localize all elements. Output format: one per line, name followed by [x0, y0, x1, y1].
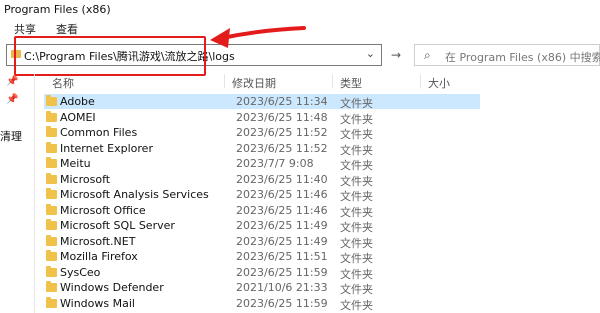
file-name[interactable]: Meitu — [60, 157, 91, 170]
chevron-down-icon[interactable]: ⌄ — [366, 47, 375, 60]
file-date: 2023/6/25 11:34 — [236, 95, 328, 108]
file-row[interactable]: Adobe 2023/6/25 11:34 文件夹 — [44, 94, 480, 110]
folder-icon — [46, 250, 57, 261]
file-date: 2023/6/25 11:40 — [236, 172, 328, 186]
file-date: 2023/6/25 11:51 — [236, 250, 328, 263]
tab-share[interactable]: 共享 — [14, 21, 36, 37]
file-date: 2023/6/25 11:49 — [236, 219, 328, 232]
folder-icon — [46, 172, 57, 184]
file-row[interactable]: Meitu 2023/7/7 9:08 文件夹 — [44, 156, 480, 172]
column-divider[interactable] — [332, 74, 333, 88]
file-name[interactable]: Windows Mail — [60, 297, 135, 310]
file-date: 2021/10/6 21:33 — [236, 281, 328, 294]
folder-icon — [46, 281, 57, 292]
column-header: 名称 修改日期 类型 大小 — [36, 72, 600, 90]
column-name[interactable]: 名称 — [52, 75, 74, 91]
pin-icon[interactable]: 📌 — [6, 94, 18, 105]
search-placeholder: 在 Program Files (x86) 中搜索 — [445, 51, 600, 64]
file-name[interactable]: Mozilla Firefox — [60, 250, 138, 263]
file-name[interactable]: SysCeo — [60, 266, 100, 279]
pin-icon[interactable]: 📌 — [6, 76, 18, 87]
file-type: 文件夹 — [340, 298, 373, 312]
column-divider[interactable] — [420, 74, 421, 88]
file-row[interactable]: Microsoft SQL Server 2023/6/25 11:49 文件夹 — [44, 218, 480, 234]
column-date[interactable]: 修改日期 — [232, 75, 276, 91]
navigation-pane: 📌 📌 清理 — [0, 72, 35, 313]
file-name[interactable]: Internet Explorer — [60, 142, 153, 155]
go-arrow-button[interactable]: → — [388, 48, 404, 64]
tab-view[interactable]: 查看 — [56, 21, 78, 37]
file-date: 2023/6/25 11:52 — [236, 141, 328, 155]
file-name[interactable]: Microsoft Analysis Services — [60, 188, 209, 201]
file-row[interactable]: Microsoft Office 2023/6/25 11:46 文件夹 — [44, 203, 480, 219]
file-row[interactable]: Microsoft.NET 2023/6/25 11:49 文件夹 — [44, 234, 480, 250]
nav-item-label[interactable]: 清理 — [0, 128, 22, 144]
window-title: Program Files (x86) — [4, 3, 111, 16]
file-row[interactable]: Common Files 2023/6/25 11:52 文件夹 — [44, 125, 480, 141]
folder-icon — [46, 110, 57, 122]
file-date: 2023/7/7 9:08 — [236, 157, 314, 170]
file-row[interactable]: Windows Defender 2021/10/6 21:33 文件夹 — [44, 280, 480, 296]
address-path[interactable]: C:\Program Files\腾讯游戏\流放之路\logs — [24, 48, 235, 64]
column-divider[interactable] — [224, 74, 225, 88]
file-name[interactable]: Microsoft — [60, 173, 110, 186]
file-name[interactable]: Microsoft Office — [60, 204, 146, 217]
ribbon-tabs: 共享 查看 — [0, 20, 600, 36]
folder-icon — [46, 296, 57, 308]
folder-icon — [46, 95, 57, 106]
folder-icon — [46, 219, 57, 230]
folder-icon — [46, 234, 57, 246]
file-row[interactable]: SysCeo 2023/6/25 11:59 文件夹 — [44, 265, 480, 281]
file-row[interactable]: Microsoft Analysis Services 2023/6/25 11:… — [44, 187, 480, 203]
folder-icon — [46, 188, 57, 199]
folder-icon — [46, 203, 57, 215]
file-row[interactable]: Mozilla Firefox 2023/6/25 11:51 文件夹 — [44, 249, 480, 265]
file-name[interactable]: Common Files — [60, 126, 137, 139]
file-name[interactable]: Microsoft SQL Server — [60, 219, 175, 232]
file-name[interactable]: AOMEI — [60, 111, 96, 124]
file-date: 2023/6/25 11:59 — [236, 296, 328, 310]
search-input[interactable]: ⌕ 在 Program Files (x86) 中搜索 — [414, 44, 600, 66]
column-size[interactable]: 大小 — [428, 75, 450, 91]
search-icon: ⌕ — [424, 48, 431, 62]
file-date: 2023/6/25 11:46 — [236, 188, 328, 201]
file-date: 2023/6/25 11:48 — [236, 110, 328, 124]
file-name[interactable]: Windows Defender — [60, 281, 164, 294]
file-name[interactable]: Microsoft.NET — [60, 235, 135, 248]
file-name[interactable]: Adobe — [60, 95, 95, 108]
file-date: 2023/6/25 11:46 — [236, 203, 328, 217]
file-date: 2023/6/25 11:49 — [236, 234, 328, 248]
file-row[interactable]: Internet Explorer 2023/6/25 11:52 文件夹 — [44, 141, 480, 157]
address-bar[interactable]: C:\Program Files\腾讯游戏\流放之路\logs ⌄ — [6, 44, 382, 66]
folder-icon — [46, 141, 57, 153]
folder-icon — [46, 157, 57, 168]
folder-icon — [46, 126, 57, 137]
file-date: 2023/6/25 11:59 — [236, 265, 328, 279]
address-row: C:\Program Files\腾讯游戏\流放之路\logs ⌄ → ⌕ 在 … — [0, 38, 600, 72]
file-row[interactable]: Windows Mail 2023/6/25 11:59 文件夹 — [44, 296, 480, 312]
file-row[interactable]: AOMEI 2023/6/25 11:48 文件夹 — [44, 110, 480, 126]
file-date: 2023/6/25 11:52 — [236, 126, 328, 139]
file-row[interactable]: Microsoft 2023/6/25 11:40 文件夹 — [44, 172, 480, 188]
folder-icon — [46, 265, 57, 277]
column-type[interactable]: 类型 — [340, 75, 362, 91]
title-bar: Program Files (x86) — [0, 0, 600, 20]
folder-icon — [11, 50, 21, 58]
